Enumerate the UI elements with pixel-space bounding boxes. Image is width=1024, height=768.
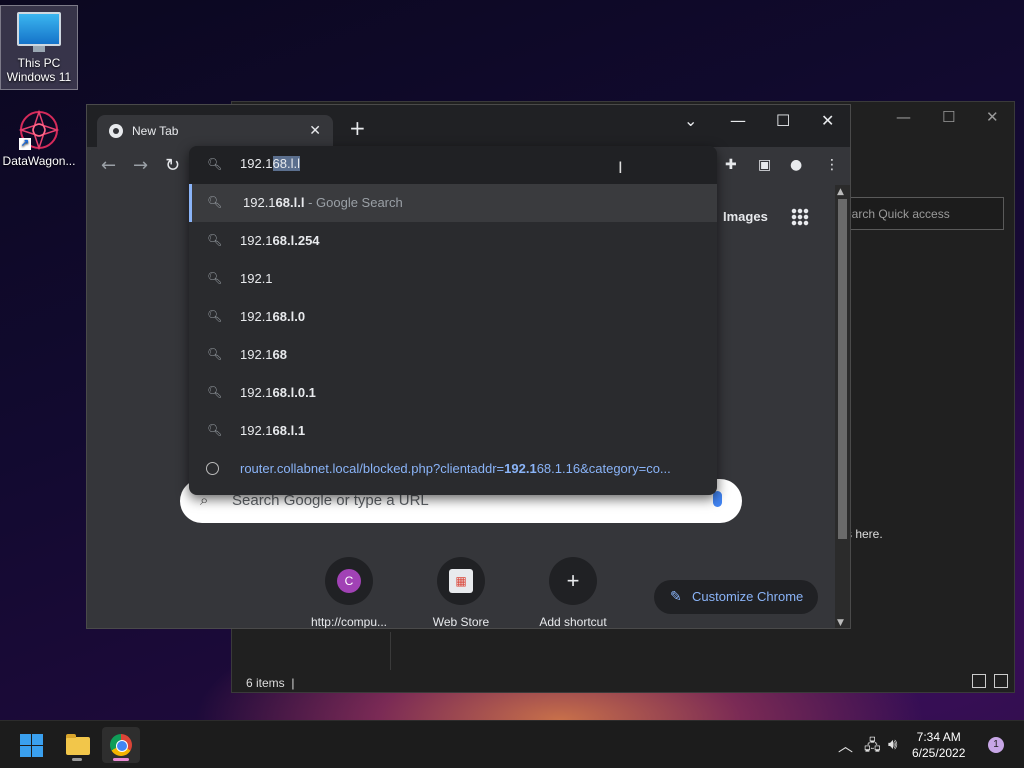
close-window-icon[interactable]: ✕ — [821, 111, 834, 130]
shortcut-tile-web-store[interactable]: ▦ Web Store — [413, 557, 509, 629]
taskbar-file-explorer[interactable] — [58, 727, 96, 763]
minimize-icon[interactable]: — — [730, 111, 746, 130]
chrome-favicon-icon — [109, 124, 123, 138]
suggestion-row[interactable]: 🔍︎ 192.168.l.0 — [189, 298, 717, 336]
tab-search-chevron-icon[interactable]: ⌄ — [684, 111, 697, 130]
search-icon: 🔍︎ — [207, 195, 223, 209]
suggestion-row[interactable]: 🔍︎ 192.168.l.0.1 — [189, 374, 717, 412]
search-icon: 🔍︎ — [207, 385, 223, 399]
explorer-minimize-icon[interactable]: — — [896, 108, 911, 126]
network-icon[interactable]: 🖧︎ — [864, 735, 881, 760]
web-store-icon: ▦ — [449, 569, 473, 593]
omnibox-input[interactable]: 🔍︎ 192.168.l.l I — [189, 146, 717, 184]
suggestion-row[interactable]: 🔍︎ 192.168 — [189, 336, 717, 374]
shortcut-tile-add[interactable]: + Add shortcut — [525, 557, 621, 629]
tab-title: New Tab — [132, 124, 179, 138]
clock-time: 7:34 AM — [916, 730, 961, 744]
google-apps-grid-icon[interactable] — [791, 208, 809, 226]
more-menu-icon[interactable]: ⋮ — [825, 157, 839, 173]
customize-chrome-label: Customize Chrome — [692, 589, 804, 604]
tab-strip: New Tab ✕ + ⌄ — ☐ ✕ — [87, 105, 850, 147]
this-pc-label-2: Windows 11 — [6, 70, 72, 84]
running-indicator — [72, 758, 82, 761]
explorer-close-icon[interactable]: ✕ — [986, 108, 999, 126]
side-panel-icon[interactable]: ▣ — [758, 157, 771, 173]
shortcut-tile-compu[interactable]: C http://compu... — [301, 557, 397, 629]
search-icon: 🔍︎ — [207, 309, 223, 323]
shortcut-label: Web Store — [432, 615, 490, 629]
explorer-divider — [390, 632, 391, 670]
search-icon: 🔍︎ — [207, 233, 223, 247]
shortcut-label: Add shortcut — [539, 615, 607, 629]
suggestion-row[interactable]: 🔍︎ 192.168.l.1 — [189, 412, 717, 450]
tab-close-icon[interactable]: ✕ — [309, 122, 321, 139]
suggestion-row[interactable]: 🔍︎ 192.168.l.254 — [189, 222, 717, 260]
volume-icon[interactable]: 🔊︎ — [888, 735, 897, 753]
quick-access-search-input[interactable]: earch Quick access — [838, 197, 1004, 230]
this-pc-label-1: This PC — [17, 56, 61, 70]
extensions-puzzle-icon[interactable]: ✚ — [725, 157, 737, 173]
clock-date: 6/25/2022 — [912, 746, 966, 760]
details-view-icon[interactable] — [972, 674, 986, 688]
omnibox-dropdown: 🔍︎ 192.168.l.l I 🔍︎ 192.168.l.l - Google… — [189, 146, 717, 495]
text-cursor-icon: I — [618, 158, 623, 177]
images-link[interactable]: Images — [723, 209, 768, 224]
notification-badge[interactable]: 1 — [988, 737, 1004, 753]
globe-icon — [206, 462, 219, 475]
shortcut-label: http://compu... — [310, 615, 388, 629]
suggestion-row[interactable]: 🔍︎ 192.1 — [189, 260, 717, 298]
scroll-down-icon[interactable]: ▼ — [837, 618, 844, 628]
taskbar-chrome[interactable] — [102, 727, 140, 763]
desktop-icon-this-pc[interactable]: This PC Windows 11 — [0, 5, 78, 90]
forward-arrow-icon[interactable]: → — [133, 155, 148, 176]
scrollbar-thumb[interactable] — [838, 199, 847, 539]
shortcut-arrow-icon: ↗ — [19, 138, 31, 150]
shortcut-c-icon: C — [337, 569, 361, 593]
chrome-icon — [110, 734, 132, 756]
desktop-icon-datawagon[interactable]: ↗ DataWagon... — [0, 106, 78, 172]
explorer-maximize-icon[interactable]: ☐ — [942, 108, 955, 126]
omnibox-text[interactable]: 192.168.l.l — [240, 156, 301, 171]
folder-icon — [66, 734, 90, 755]
microphone-icon[interactable] — [713, 491, 722, 507]
scroll-up-icon[interactable]: ▲ — [837, 187, 844, 197]
monitor-icon — [17, 12, 61, 52]
url-suggestion-row[interactable]: router.collabnet.local/blocked.php?clien… — [189, 450, 717, 488]
pencil-icon: ✎ — [670, 588, 682, 604]
reload-icon[interactable]: ↻ — [165, 155, 180, 176]
chevron-up-icon[interactable]: ︿ — [838, 735, 853, 756]
search-icon: 🔍︎ — [207, 347, 223, 361]
search-icon: 🔍︎ — [207, 423, 223, 437]
add-shortcut-plus-icon: + — [566, 568, 580, 593]
search-icon: 🔍︎ — [207, 157, 223, 171]
explorer-status-text: 6 items | — [246, 676, 295, 690]
page-scrollbar[interactable]: ▲ ▼ — [835, 185, 850, 628]
suggestion-row[interactable]: 🔍︎ 192.168.l.l - Google Search — [189, 184, 717, 222]
system-clock[interactable]: 7:34 AM 6/25/2022 — [912, 729, 965, 761]
datawagon-icon: ↗ — [17, 108, 61, 152]
explorer-hint-text: s here. — [846, 527, 883, 541]
search-icon: 🔍︎ — [207, 271, 223, 285]
taskbar: ︿ 🖧︎ 🔊︎ 7:34 AM 6/25/2022 1 — [0, 720, 1024, 768]
maximize-icon[interactable]: ☐ — [776, 111, 790, 130]
tiles-view-icon[interactable] — [994, 674, 1008, 688]
back-arrow-icon[interactable]: ← — [101, 155, 116, 176]
windows-start-icon[interactable] — [20, 734, 43, 757]
active-indicator — [113, 758, 129, 761]
profile-icon[interactable]: ● — [790, 157, 802, 173]
tab-new-tab[interactable]: New Tab ✕ — [97, 115, 333, 147]
datawagon-label: DataWagon... — [2, 154, 76, 168]
new-tab-plus-icon[interactable]: + — [349, 118, 366, 138]
customize-chrome-button[interactable]: ✎ Customize Chrome — [654, 580, 818, 614]
